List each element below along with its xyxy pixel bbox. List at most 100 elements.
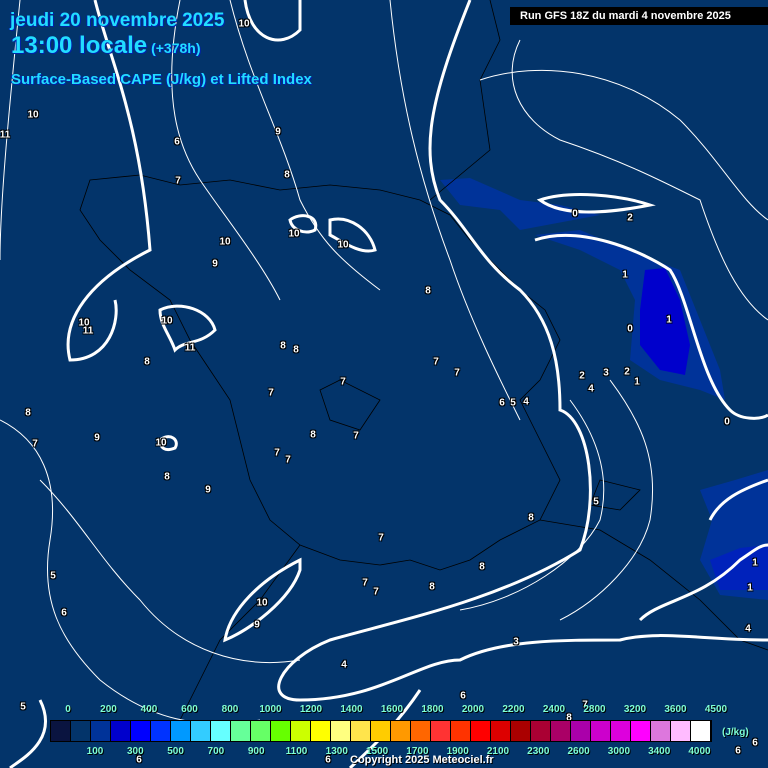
contour-label: 4 — [588, 383, 594, 395]
lifted-index-contours — [9, 0, 768, 768]
colorbar-bottom-label: 1100 — [285, 746, 308, 757]
contour-label: 7 — [268, 387, 274, 399]
contour-label: 7 — [274, 447, 280, 459]
contour-label: 6 — [735, 745, 741, 757]
colorbar-bottom-label: 2600 — [567, 746, 590, 757]
contour-label: 0 — [572, 208, 578, 220]
contour-label: 10 — [288, 228, 300, 240]
colorbar-top-label: 800 — [221, 704, 239, 715]
contour-label: 8 — [310, 429, 316, 441]
contour-label: 10 — [219, 236, 231, 248]
colorbar-bottom-label: 700 — [207, 746, 225, 757]
contour-label: 9 — [275, 126, 281, 138]
contour-label: 8 — [293, 344, 299, 356]
colorbar-top-label: 2000 — [461, 704, 485, 715]
colorbar-swatch — [591, 721, 611, 741]
colorbar-swatch — [311, 721, 331, 741]
colorbar-swatch — [571, 721, 591, 741]
colorbar-swatch — [171, 721, 191, 741]
colorbar — [50, 720, 712, 742]
contour-label: 8 — [144, 356, 150, 368]
colorbar-top-label: 600 — [181, 704, 198, 715]
contour-label: 9 — [94, 432, 100, 444]
contour-label: 6 — [499, 397, 505, 409]
colorbar-swatch — [691, 721, 711, 741]
colorbar-swatch — [551, 721, 571, 741]
colorbar-swatch — [271, 721, 291, 741]
contour-label: 6 — [61, 607, 67, 619]
contour-label: 8 — [425, 285, 431, 297]
contour-label: 3 — [513, 636, 519, 648]
contour-label: 6 — [460, 690, 466, 702]
colorbar-bottom-label: 2300 — [527, 746, 550, 757]
colorbar-swatch — [51, 721, 71, 741]
contour-label: 3 — [603, 367, 609, 379]
contour-label: 1 — [622, 269, 628, 281]
colorbar-swatch — [431, 721, 451, 741]
copyright: Copyright 2025 Meteociel.fr — [350, 754, 494, 766]
colorbar-bottom-label: 4000 — [688, 746, 711, 757]
contour-label: 5 — [593, 496, 599, 508]
contour-label: 7 — [373, 586, 379, 598]
colorbar-top-label: 0 — [65, 704, 71, 715]
contour-label: 1 — [752, 557, 758, 569]
contour-label: 2 — [627, 212, 633, 224]
contour-label: 10 — [238, 18, 250, 30]
contour-label: 7 — [353, 430, 359, 442]
colorbar-top-label: 200 — [100, 704, 117, 715]
colorbar-swatch — [671, 721, 691, 741]
contour-label: 0 — [627, 323, 633, 335]
contour-label: 8 — [479, 561, 485, 573]
colorbar-swatch — [71, 721, 91, 741]
local-time: 13:00 locale — [11, 32, 148, 59]
contour-label: 8 — [528, 512, 534, 524]
colorbar-bottom-label: 500 — [167, 746, 184, 757]
colorbar-swatch — [631, 721, 651, 741]
contour-label: 1 — [666, 314, 672, 326]
forecast-time: 13:00 locale (+378h) — [11, 32, 201, 60]
colorbar-swatch — [91, 721, 111, 741]
contour-label: 7 — [285, 454, 291, 466]
colorbar-swatch — [111, 721, 131, 741]
contour-label: 8 — [25, 407, 31, 419]
colorbar-swatch — [231, 721, 251, 741]
contour-label: 10 — [27, 109, 39, 121]
contour-label: 7 — [175, 175, 181, 187]
contour-label: 7 — [378, 532, 384, 544]
contour-label: 8 — [280, 340, 286, 352]
contour-label: 11 — [0, 129, 11, 141]
contour-label: 5 — [510, 397, 516, 409]
contour-label: 9 — [212, 258, 218, 270]
colorbar-bottom-label: 300 — [126, 746, 144, 757]
contour-label: 7 — [454, 367, 460, 379]
colorbar-top-label: 3200 — [623, 704, 647, 715]
contour-label: 7 — [32, 438, 38, 450]
contour-label: 8 — [284, 169, 290, 181]
model-run-label: Run GFS 18Z du mardi 4 novembre 2025 — [510, 7, 768, 25]
contour-label: 4 — [341, 659, 347, 671]
colorbar-swatch — [511, 721, 531, 741]
forecast-date: jeudi 20 novembre 2025 — [10, 10, 225, 31]
contour-label: 6 — [174, 136, 180, 148]
contour-label: 5 — [50, 570, 56, 582]
colorbar-swatch — [371, 721, 391, 741]
colorbar-top-label: 2800 — [583, 704, 606, 715]
contour-label: 6 — [752, 737, 758, 749]
colorbar-top-label: 400 — [140, 704, 158, 715]
colorbar-swatch — [191, 721, 211, 741]
contour-label: 7 — [362, 577, 368, 589]
contour-label: 2 — [579, 370, 585, 382]
colorbar-swatch — [251, 721, 271, 741]
contour-label: 7 — [340, 376, 346, 388]
colorbar-swatch — [131, 721, 151, 741]
contour-label: 10 — [256, 597, 268, 609]
weather-map — [0, 0, 768, 768]
colorbar-bottom-label: 100 — [86, 746, 104, 757]
colorbar-swatch — [411, 721, 431, 741]
colorbar-swatch — [351, 721, 371, 741]
contour-label: 8 — [429, 581, 435, 593]
contour-label: 10 — [161, 315, 173, 327]
contour-label: 9 — [254, 619, 260, 631]
contour-label: 2 — [624, 366, 630, 378]
colorbar-swatch — [451, 721, 471, 741]
